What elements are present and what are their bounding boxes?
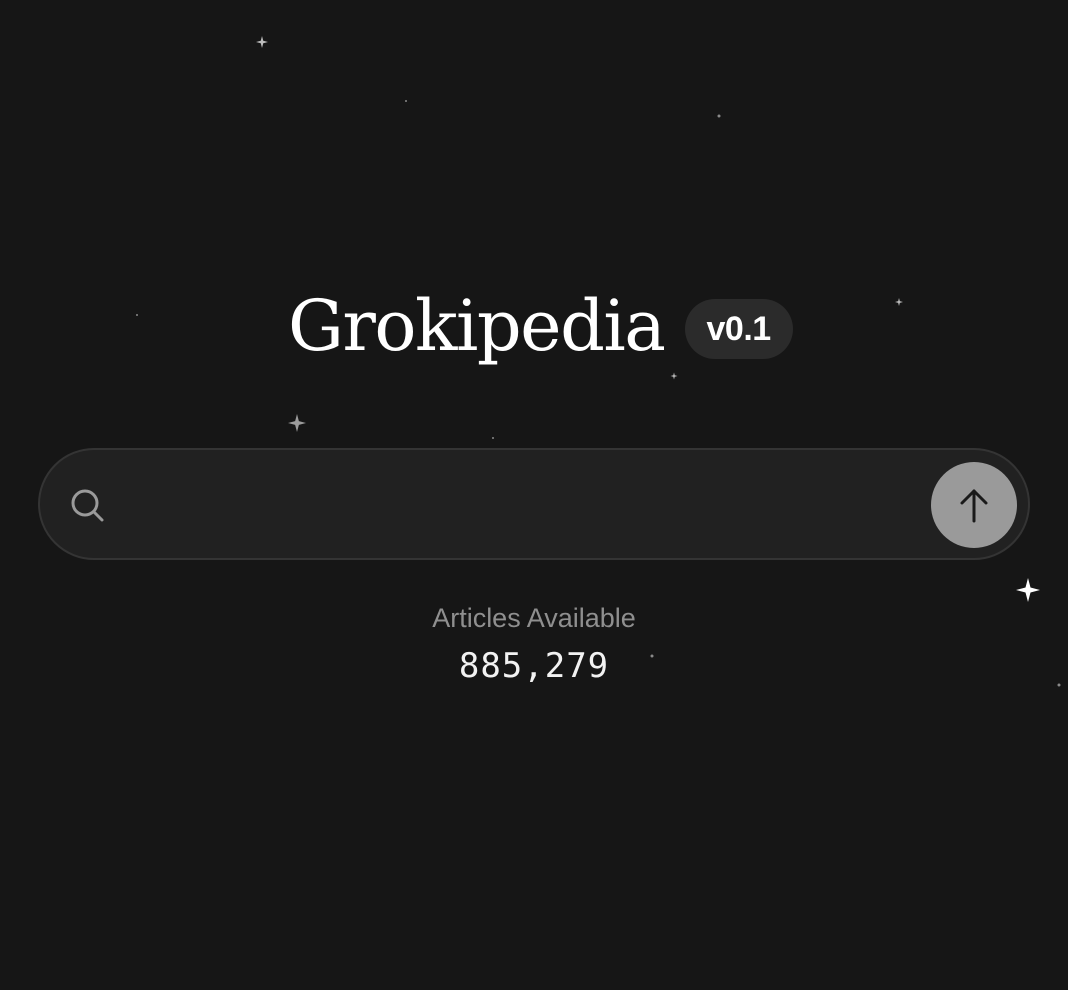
sparkle-icon [895, 298, 903, 306]
search-icon [68, 486, 108, 526]
star-dot [136, 314, 138, 316]
submit-search-button[interactable] [931, 462, 1017, 548]
article-stats: Articles Available 885,279 [0, 598, 1068, 694]
sparkle-icon [288, 414, 306, 432]
arrow-up-icon [954, 485, 994, 525]
sparkle-icon [256, 36, 268, 48]
site-title: Grokipedia [288, 285, 666, 367]
search-bar[interactable] [38, 448, 1030, 560]
page-background: Grokipedia v0.1 Articles Available 885,2… [0, 0, 1068, 990]
search-input[interactable] [132, 474, 916, 536]
articles-available-label: Articles Available [432, 603, 636, 633]
star-dot [492, 437, 494, 439]
star-dot [405, 100, 407, 102]
brand-header: Grokipedia v0.1 [288, 284, 793, 374]
articles-count: 885,279 [458, 646, 610, 686]
star-dot [717, 114, 721, 118]
version-badge: v0.1 [684, 299, 793, 359]
